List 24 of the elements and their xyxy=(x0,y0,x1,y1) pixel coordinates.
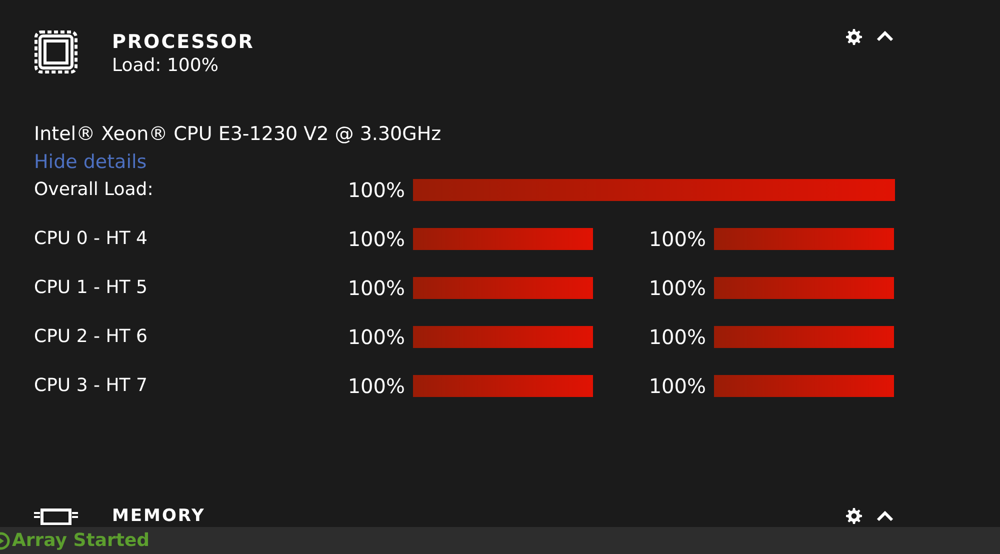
cpu-model-text: Intel® Xeon® CPU E3-1230 V2 @ 3.30GHz xyxy=(34,122,442,147)
row-label: CPU 0 - HT 4 xyxy=(34,228,148,250)
settings-icon[interactable] xyxy=(845,508,863,525)
percent-reading: 100% xyxy=(346,228,405,250)
settings-icon[interactable] xyxy=(845,28,863,46)
percent-reading: 100% xyxy=(346,326,405,348)
percent-reading: 100% xyxy=(346,277,405,299)
percent-reading: 100% xyxy=(648,228,706,250)
percent-reading: 100% xyxy=(648,375,706,397)
row-label: CPU 3 - HT 7 xyxy=(34,375,148,397)
percent-reading: 100% xyxy=(648,277,706,299)
row-label: CPU 2 - HT 6 xyxy=(34,326,148,348)
section-title: PROCESSOR xyxy=(112,30,254,54)
chip-icon xyxy=(34,30,78,74)
row-label: Overall Load: xyxy=(34,179,154,201)
percent-reading: 100% xyxy=(648,326,706,348)
memory-icon xyxy=(34,508,78,525)
status-text: Array Started xyxy=(12,530,150,551)
percent-reading: 100% xyxy=(346,375,405,397)
row-label: CPU 1 - HT 5 xyxy=(34,277,148,299)
load-text: Load: 100% xyxy=(112,54,220,78)
hide-details-link[interactable]: Hide details xyxy=(34,148,147,176)
section-title: MEMORY xyxy=(112,507,206,526)
percent-reading: 100% xyxy=(346,179,405,201)
